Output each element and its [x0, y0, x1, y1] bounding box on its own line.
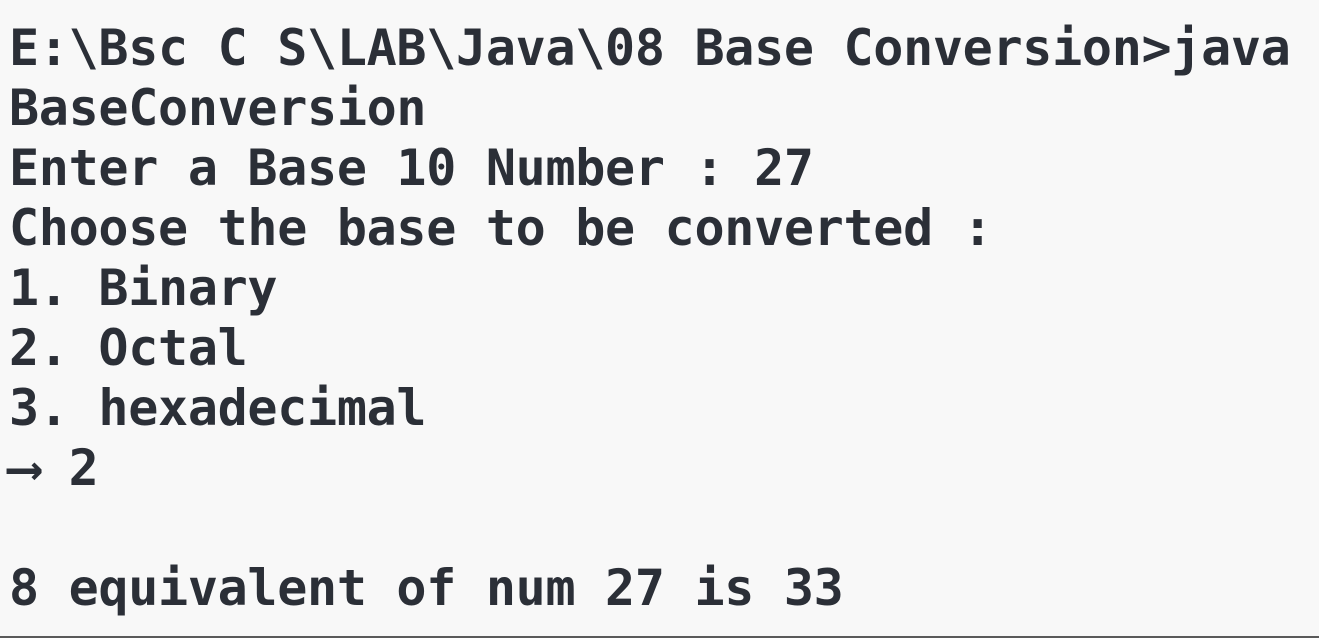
console-output: E:\Bsc C S\LAB\Java\08 Base Conversion>j…	[0, 0, 1319, 636]
choice-input-line: ⟶ 2	[9, 439, 99, 497]
option-octal: 2. Octal	[9, 319, 248, 377]
option-binary: 1. Binary	[9, 259, 278, 317]
result-line: 8 equivalent of num 27 is 33	[9, 559, 844, 617]
choose-base-prompt: Choose the base to be converted :	[9, 199, 993, 257]
command-continuation-line: BaseConversion	[9, 79, 427, 137]
option-hexadecimal: 3. hexadecimal	[9, 379, 427, 437]
number-input-line: Enter a Base 10 Number : 27	[9, 139, 814, 197]
command-prompt-line: E:\Bsc C S\LAB\Java\08 Base Conversion>j…	[9, 19, 1291, 77]
